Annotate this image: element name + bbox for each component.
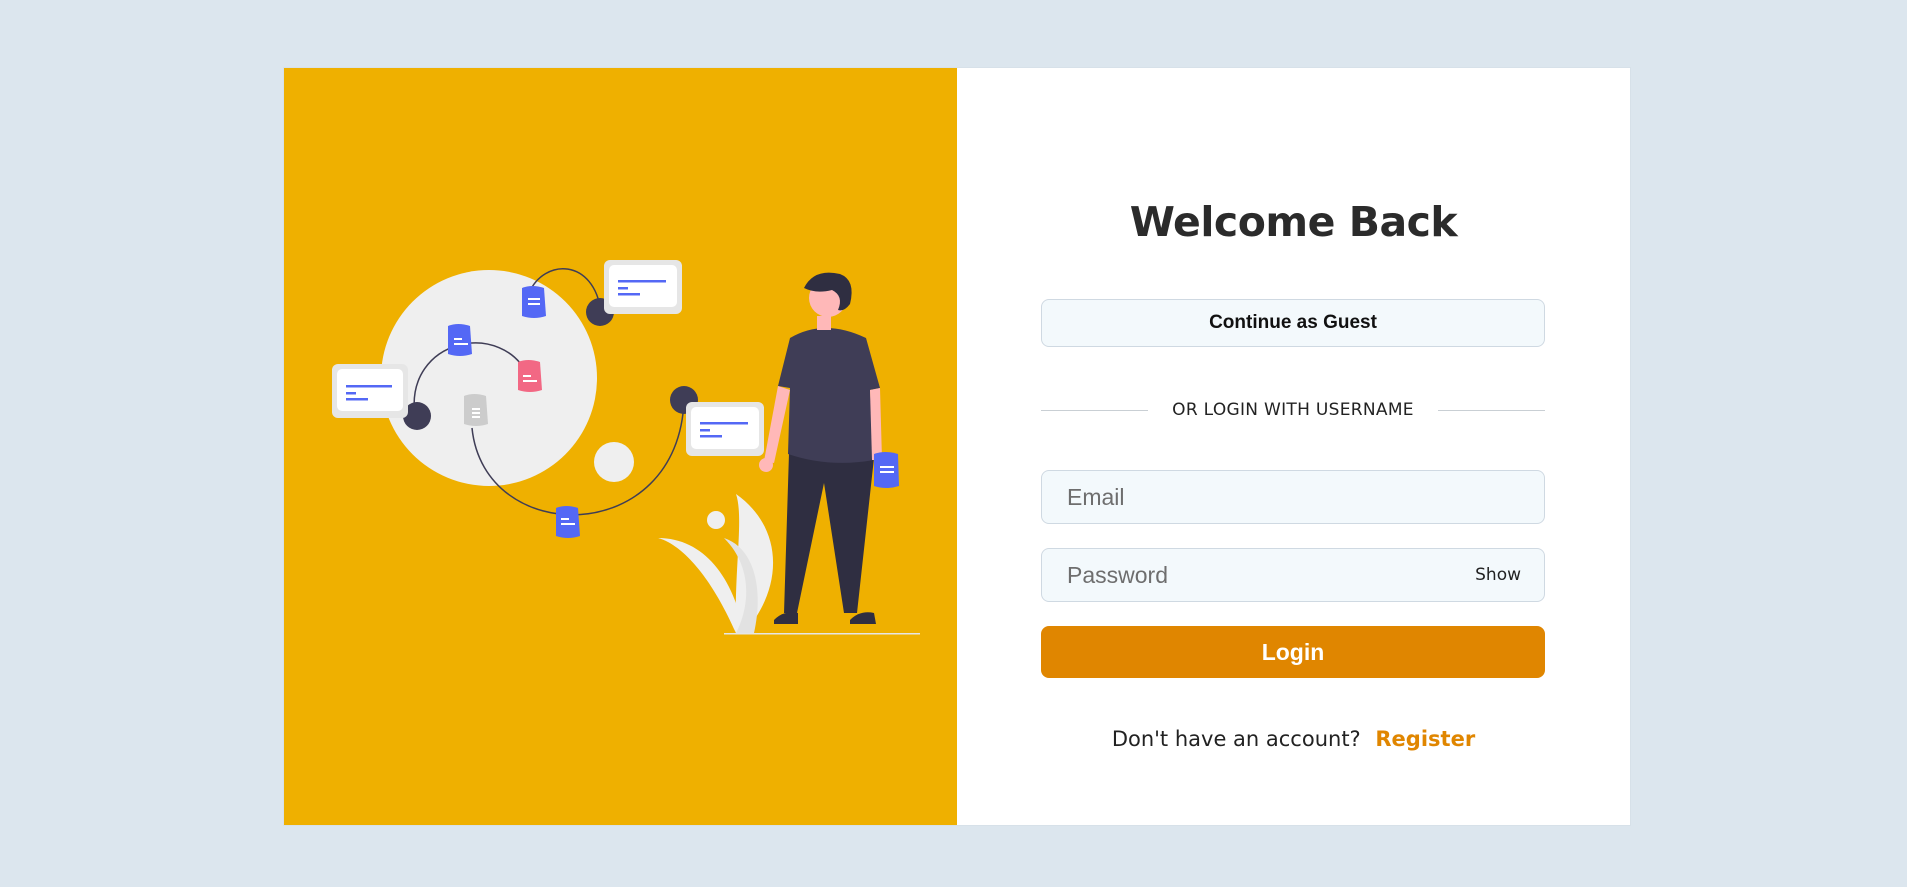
login-button[interactable]: Login <box>1041 626 1545 678</box>
person-with-documents-illustration <box>332 260 920 635</box>
illustration-panel <box>284 68 957 825</box>
message-card <box>604 260 682 314</box>
continue-as-guest-button[interactable]: Continue as Guest <box>1041 299 1545 347</box>
document-icon <box>874 452 899 488</box>
email-input[interactable] <box>1042 471 1544 523</box>
login-divider: OR LOGIN WITH USERNAME <box>1041 398 1545 422</box>
small-circle <box>594 442 634 482</box>
register-row: Don't have an account? Register <box>957 727 1630 751</box>
password-field-wrapper: Show <box>1041 548 1545 602</box>
show-password-toggle[interactable]: Show <box>1475 549 1521 601</box>
person <box>759 272 882 624</box>
login-card: Welcome Back Continue as Guest OR LOGIN … <box>284 68 1630 825</box>
divider-line <box>1041 409 1149 411</box>
document-icon <box>448 324 472 356</box>
divider-line <box>1437 409 1545 411</box>
document-icon <box>522 286 546 318</box>
email-field-wrapper <box>1041 470 1545 524</box>
register-prompt: Don't have an account? <box>1111 727 1361 751</box>
password-input[interactable] <box>1042 549 1544 601</box>
tiny-circle <box>707 511 725 529</box>
ground-line <box>724 633 920 635</box>
message-card <box>332 364 408 418</box>
page-title: Welcome Back <box>1129 198 1458 246</box>
document-icon <box>556 506 580 538</box>
background-circle <box>381 270 597 486</box>
document-icon <box>464 394 488 426</box>
divider-text: OR LOGIN WITH USERNAME <box>1172 400 1414 420</box>
register-link[interactable]: Register <box>1375 727 1475 751</box>
document-icon <box>518 360 542 392</box>
message-card <box>686 402 764 456</box>
login-form-panel: Welcome Back Continue as Guest OR LOGIN … <box>957 68 1630 825</box>
